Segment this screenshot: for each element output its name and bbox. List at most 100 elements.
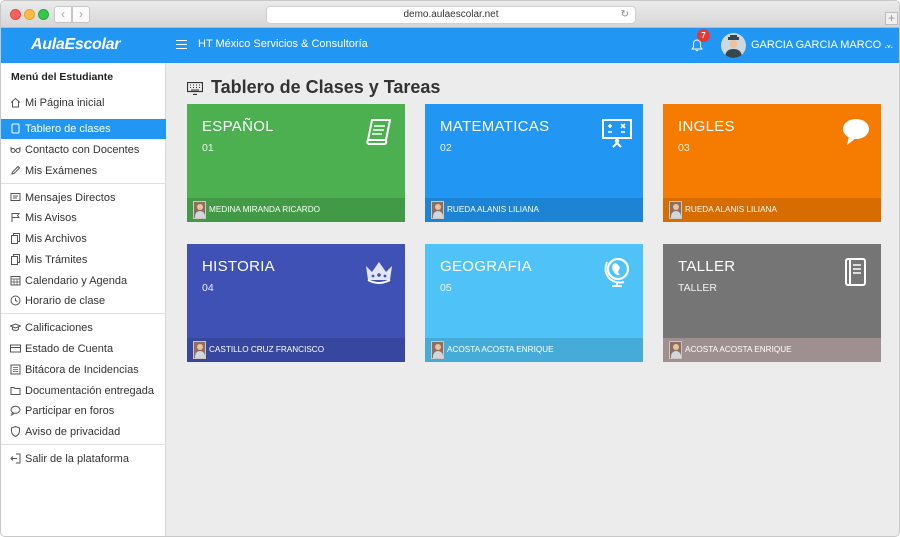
maximize-window-button[interactable]: [38, 9, 49, 20]
sidebar-item-mi-pagina-inicial[interactable]: Mi Página inicial: [1, 93, 166, 113]
class-code: 04: [202, 282, 214, 294]
sidebar-item-label: Aviso de privacidad: [25, 426, 121, 438]
book-icon: [845, 258, 866, 286]
new-tab-button[interactable]: +: [885, 12, 898, 25]
teacher-name: ACOSTA ACOSTA ENRIQUE: [685, 345, 792, 354]
class-code: 03: [678, 142, 690, 154]
flag-icon: [11, 213, 20, 222]
sidebar-item-label: Mis Avisos: [25, 212, 77, 224]
teacher-bar: ACOSTA ACOSTA ENRIQUE: [425, 338, 643, 362]
crown-icon: [366, 262, 392, 284]
teacher-name: MEDINA MIRANDA RICARDO: [209, 205, 320, 214]
back-button[interactable]: ‹: [54, 6, 72, 23]
teacher-bar: CASTILLO CRUZ FRANCISCO: [187, 338, 405, 362]
user-avatar[interactable]: [721, 33, 746, 58]
class-name: GEOGRAFIA: [440, 258, 532, 275]
class-card-espanol[interactable]: ESPAÑOL 01 MEDINA MIRANDA RICARDO: [187, 104, 405, 222]
sidebar-item-label: Mis Exámenes: [25, 165, 98, 177]
chevron-down-icon[interactable]: ⌄: [885, 39, 893, 50]
sidebar-item-salir-de-la-plataforma[interactable]: Salir de la plataforma: [1, 449, 166, 469]
sidebar-item-label: Estado de Cuenta: [25, 343, 114, 355]
calendar-icon: [10, 276, 21, 286]
sidebar-item-label: Contacto con Docentes: [25, 144, 140, 156]
hamburger-menu-icon[interactable]: [176, 40, 187, 49]
keyboard-icon: [187, 82, 203, 95]
class-name: HISTORIA: [202, 258, 275, 275]
class-code: 05: [440, 282, 452, 294]
teacher-name: RUEDA ALANIS LILIANA: [447, 205, 539, 214]
sidebar-item-estado-de-cuenta[interactable]: Estado de Cuenta: [1, 339, 166, 359]
sidebar-item-label: Participar en foros: [25, 405, 115, 417]
sidebar-item-label: Horario de clase: [25, 295, 106, 307]
sidebar-item-label: Tablero de clases: [25, 123, 111, 135]
scroll-icon: [366, 119, 392, 145]
class-name: ESPAÑOL: [202, 118, 274, 135]
reload-icon[interactable]: ↻: [621, 7, 629, 23]
shield-icon: [11, 426, 20, 437]
sidebar-item-calificaciones[interactable]: Calificaciones: [1, 318, 166, 338]
class-card-ingles[interactable]: INGLES 03 RUEDA ALANIS LILIANA: [663, 104, 881, 222]
organization-name: HT México Servicios & Consultoría: [198, 38, 368, 50]
sidebar-item-horario-de-clase[interactable]: Horario de clase: [1, 291, 166, 311]
clock-icon: [10, 295, 21, 306]
sidebar-item-mis-tramites[interactable]: Mis Trámites: [1, 250, 166, 270]
sidebar-item-aviso-de-privacidad[interactable]: Aviso de privacidad: [1, 422, 166, 442]
class-card-matematicas[interactable]: MATEMATICAS 02 RUEDA ALANIS LILIANA: [425, 104, 643, 222]
pencil-icon: [11, 165, 21, 175]
sidebar-item-tablero-de-clases[interactable]: Tablero de clases: [1, 119, 166, 139]
speech-bubble-icon: [843, 119, 869, 145]
teacher-avatar: [669, 201, 682, 219]
sidebar-item-documentacion-entregada[interactable]: Documentación entregada: [1, 381, 166, 401]
sidebar-item-label: Calificaciones: [25, 322, 93, 334]
sidebar-item-calendario-y-agenda[interactable]: Calendario y Agenda: [1, 271, 166, 291]
sidebar-item-mis-archivos[interactable]: Mis Archivos: [1, 229, 166, 249]
sidebar-item-label: Bitácora de Incidencias: [25, 364, 139, 376]
sidebar-item-bitacora-de-incidencias[interactable]: Bitácora de Incidencias: [1, 360, 166, 380]
sidebar: Menú del Estudiante Mi Página inicial Ta…: [1, 63, 166, 536]
credit-card-icon: [10, 344, 21, 353]
class-card-historia[interactable]: HISTORIA 04 CASTILLO CRUZ FRANCISCO: [187, 244, 405, 362]
user-name[interactable]: GARCIA GARCIA MARCO ...: [751, 39, 893, 51]
minimize-window-button[interactable]: [24, 9, 35, 20]
glasses-icon: [10, 147, 21, 153]
sidebar-title: Menú del Estudiante: [11, 71, 114, 83]
teacher-avatar: [431, 341, 444, 359]
sidebar-item-contacto-con-docentes[interactable]: Contacto con Docentes: [1, 140, 166, 160]
teacher-bar: RUEDA ALANIS LILIANA: [425, 198, 643, 222]
class-name: MATEMATICAS: [440, 118, 550, 135]
class-code: 02: [440, 142, 452, 154]
class-code: 01: [202, 142, 214, 154]
teacher-avatar: [193, 341, 206, 359]
sidebar-item-label: Mi Página inicial: [25, 97, 105, 109]
url-text: demo.aulaescolar.net: [403, 9, 499, 20]
close-window-button[interactable]: [10, 9, 21, 20]
class-name: INGLES: [678, 118, 735, 135]
user-avatar-icon: [725, 35, 742, 58]
teacher-avatar: [669, 341, 682, 359]
page-title: Tablero de Clases y Tareas: [211, 77, 441, 97]
teacher-bar: MEDINA MIRANDA RICARDO: [187, 198, 405, 222]
sidebar-divider: [1, 313, 166, 314]
class-card-geografia[interactable]: GEOGRAFIA 05 ACOSTA ACOSTA ENRIQUE: [425, 244, 643, 362]
sidebar-item-label: Mis Trámites: [25, 254, 88, 266]
chat-icon: [10, 405, 21, 416]
app-logo[interactable]: AulaEscolar: [31, 36, 120, 54]
sidebar-item-mensajes-directos[interactable]: Mensajes Directos: [1, 188, 166, 208]
sidebar-item-label: Documentación entregada: [25, 385, 155, 397]
teacher-bar: ACOSTA ACOSTA ENRIQUE: [663, 338, 881, 362]
notification-badge: 7: [697, 29, 710, 42]
browser-window: ‹ › demo.aulaescolar.net ↻ + AulaEscolar…: [0, 0, 900, 537]
sidebar-item-mis-avisos[interactable]: Mis Avisos: [1, 208, 166, 228]
logout-icon: [10, 453, 21, 464]
forward-button[interactable]: ›: [72, 6, 90, 23]
address-bar[interactable]: demo.aulaescolar.net ↻: [266, 6, 636, 24]
sidebar-item-mis-examenes[interactable]: Mis Exámenes: [1, 161, 166, 181]
graduation-cap-icon: [10, 323, 21, 331]
class-card-taller[interactable]: TALLER TALLER ACOSTA ACOSTA ENRIQUE: [663, 244, 881, 362]
browser-toolbar: ‹ › demo.aulaescolar.net ↻ +: [1, 1, 899, 28]
home-icon: [10, 97, 21, 108]
teacher-name: CASTILLO CRUZ FRANCISCO: [209, 345, 325, 354]
app-header: AulaEscolar HT México Servicios & Consul…: [1, 28, 899, 63]
sidebar-item-participar-en-foros[interactable]: Participar en foros: [1, 401, 166, 421]
class-name: TALLER: [678, 258, 736, 275]
